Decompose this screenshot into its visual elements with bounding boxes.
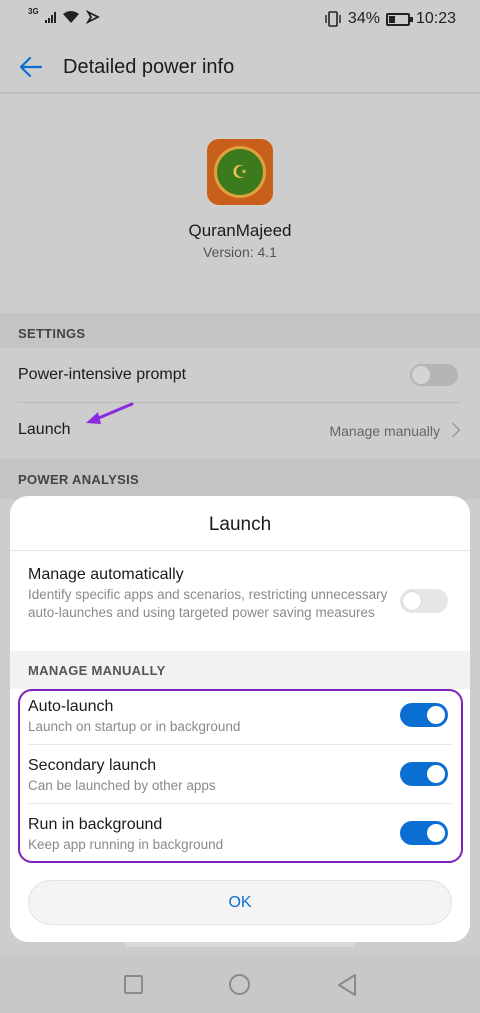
chevron-right-icon	[445, 422, 461, 438]
manage-automatically-title: Manage automatically	[28, 566, 184, 583]
launch-value: Manage manually	[329, 423, 440, 439]
battery-percent: 34%	[347, 10, 380, 27]
launch-label: Launch	[18, 421, 71, 438]
launch-row[interactable]: Launch Manage manually	[0, 403, 480, 459]
app-logo-emblem: ☪	[214, 146, 266, 198]
run-in-background-description: Keep app running in background	[28, 837, 224, 852]
power-analysis-section-header: POWER ANALYSIS	[0, 459, 480, 499]
secondary-launch-title: Secondary launch	[28, 757, 157, 774]
power-intensive-prompt-row[interactable]: Power-intensive prompt	[0, 348, 480, 404]
settings-section-header: SETTINGS	[0, 313, 480, 353]
navigation-bar	[0, 955, 480, 1013]
auto-launch-toggle[interactable]	[400, 703, 448, 727]
manage-manually-section-label: MANAGE MANUALLY	[28, 663, 166, 678]
vibrate-icon	[325, 11, 341, 27]
app-bar: Detailed power info	[0, 40, 480, 94]
secondary-launch-toggle[interactable]	[400, 762, 448, 786]
manage-manually-section-header: MANAGE MANUALLY	[10, 651, 470, 689]
manage-automatically-description: Identify specific apps and scenarios, re…	[28, 587, 388, 620]
secondary-launch-description: Can be launched by other apps	[28, 778, 216, 793]
dialog-title-divider	[10, 550, 470, 551]
battery-icon	[385, 12, 413, 26]
run-in-background-title: Run in background	[28, 816, 163, 833]
status-left: 3G	[28, 6, 100, 24]
ok-button[interactable]: OK	[28, 880, 452, 925]
settings-section-label: SETTINGS	[18, 326, 86, 341]
wifi-icon	[62, 11, 79, 23]
square-icon[interactable]	[124, 975, 143, 994]
option-divider	[28, 744, 452, 745]
dialog-title: Launch	[208, 514, 272, 535]
underlying-card-edge	[125, 942, 355, 947]
back-arrow-icon[interactable]	[18, 54, 44, 80]
clock: 10:23	[415, 10, 456, 27]
auto-launch-description: Launch on startup or in background	[28, 719, 241, 734]
signal-icon	[44, 11, 56, 23]
quran-majeed-app-icon: ☪	[207, 139, 273, 205]
app-version: Version: 4.1	[203, 244, 277, 260]
triangle-back-icon[interactable]	[336, 973, 358, 997]
page-title: Detailed power info	[63, 56, 235, 78]
manage-automatically-toggle[interactable]	[400, 589, 448, 613]
power-analysis-section-label: POWER ANALYSIS	[18, 472, 139, 487]
network-type: 3G	[28, 6, 39, 16]
option-divider	[28, 803, 452, 804]
circle-icon[interactable]	[229, 974, 250, 995]
power-intensive-prompt-label: Power-intensive prompt	[18, 366, 187, 383]
power-intensive-prompt-toggle[interactable]	[410, 364, 458, 386]
launch-dialog: Launch Manage automatically Identify spe…	[10, 496, 470, 942]
status-bar: 3G 34% 10:23	[0, 0, 480, 40]
annotation-arrow-icon	[86, 402, 134, 424]
run-in-background-toggle[interactable]	[400, 821, 448, 845]
status-right: 34% 10:23	[324, 10, 456, 28]
app-name: QuranMajeed	[188, 221, 292, 240]
data-saver-icon	[85, 10, 100, 24]
auto-launch-title: Auto-launch	[28, 698, 114, 715]
